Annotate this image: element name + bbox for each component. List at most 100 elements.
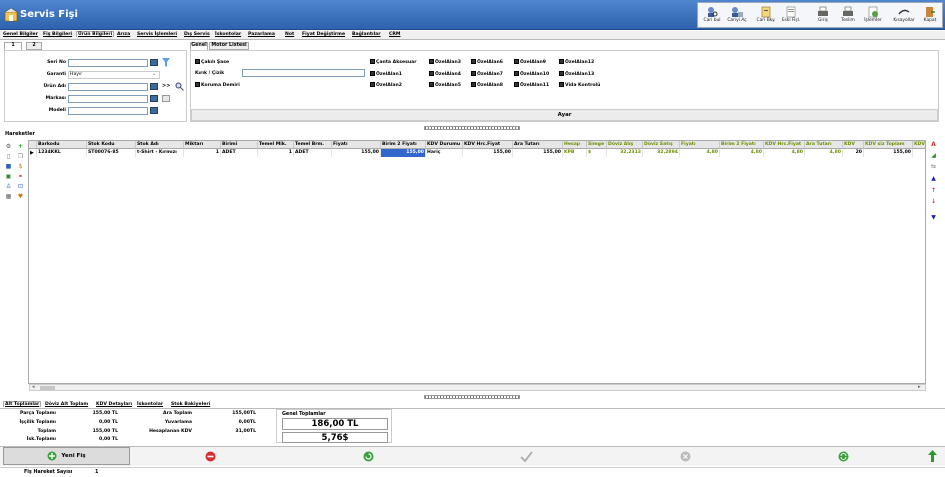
model-input[interactable] (68, 107, 148, 115)
document-icon[interactable]: ▯ (5, 153, 12, 160)
check-protection-bar[interactable]: Koruma Demiri (195, 82, 240, 89)
move-up-icon[interactable]: ↑ (930, 187, 937, 194)
open-customer-button[interactable]: Cariyi Aç (725, 6, 749, 28)
check-custom-6[interactable]: ÖzelAlan6 (471, 59, 503, 66)
grid-header[interactable]: Temel Brm. (294, 141, 332, 149)
grid-cell[interactable]: ST00076-85 (87, 149, 136, 157)
settings-gear-icon[interactable]: ⚙ (5, 143, 12, 150)
bottom-splitter[interactable] (424, 395, 520, 399)
brand-lookup-button[interactable] (150, 95, 158, 102)
panel-splitter[interactable] (424, 126, 520, 130)
magnifier-icon[interactable] (175, 82, 184, 91)
move-bottom-icon[interactable]: ▼ (930, 214, 937, 221)
link-icon[interactable]: ⚭ (17, 173, 24, 180)
grid-cell[interactable]: 1234KKL (37, 149, 87, 157)
chevron-down-icon[interactable]: ⌄ (152, 71, 156, 77)
grid-cell[interactable] (913, 149, 925, 157)
grid-header[interactable]: KDV siz Toplam (864, 141, 913, 149)
grid-cell[interactable]: ADET (221, 149, 258, 157)
close-button[interactable]: Kapat (919, 6, 941, 28)
grid-header[interactable]: Miktarı (184, 141, 221, 149)
grid-header[interactable]: KDV Durumu (426, 141, 463, 149)
grid-header[interactable]: Fiyatı (680, 141, 720, 149)
grid-header[interactable]: Döviz Satış (643, 141, 680, 149)
sync-icon[interactable] (838, 451, 849, 462)
movements-grid[interactable]: Barkodu Stok Kodu Stok Adı Miktarı Birim… (28, 140, 926, 384)
grid-cell[interactable]: 1 (184, 149, 221, 157)
edit-icon[interactable]: ◢ (930, 152, 937, 159)
tab-external-service[interactable]: Dış Servis (184, 32, 210, 37)
horizontal-scrollbar[interactable]: ◂ ▸ (29, 384, 926, 391)
add-row-icon[interactable]: + (17, 143, 24, 150)
cart-icon[interactable]: ■ (5, 163, 12, 170)
cancel-icon[interactable] (680, 451, 691, 462)
serial-input[interactable] (68, 59, 148, 67)
operations-button[interactable]: İşlemler (862, 6, 884, 28)
scroll-left-icon[interactable]: ◂ (32, 384, 35, 390)
grid-header[interactable]: Birimi (221, 141, 258, 149)
tab-page-2[interactable]: 2 (26, 42, 42, 50)
tab-marketing[interactable]: Pazarlama (248, 32, 275, 37)
grid-cell[interactable]: t-Shirt - Kırmızı (136, 149, 184, 157)
grid-header[interactable]: Simge (587, 141, 607, 149)
model-lookup-button[interactable] (150, 107, 158, 114)
check-fixed-chassis[interactable]: Çakılı Şase (195, 59, 229, 66)
tab-connections[interactable]: Bağlantılar (352, 32, 381, 37)
grid-header[interactable]: Stok Kodu (87, 141, 136, 149)
grid-header[interactable]: KDV Hrc.Fiyat (463, 141, 513, 149)
move-down-icon[interactable]: ↓ (930, 198, 937, 205)
tab-note[interactable]: Not (285, 32, 294, 37)
old-receipts-button[interactable]: Eski Fişl. (779, 6, 803, 28)
check-custom-1[interactable]: ÖzelAlan1 (370, 71, 402, 78)
find-customer-button[interactable]: Cari bul (700, 6, 724, 28)
grid-cell[interactable]: ADET (294, 149, 332, 157)
tab-price-change[interactable]: Fiyat Değiştirme (302, 32, 345, 37)
serial-lookup-button[interactable] (150, 59, 158, 66)
grid-header[interactable]: Fiyatı (332, 141, 381, 149)
check-bag-accessory[interactable]: Çanta Aksesuar (370, 59, 416, 66)
grid-cell[interactable]: 4,80 (680, 149, 720, 157)
up-arrow-icon[interactable] (928, 450, 937, 462)
move-top-icon[interactable]: ▲ (930, 175, 937, 182)
grid-cell[interactable]: 4,80 (720, 149, 764, 157)
stock-icon[interactable]: ▣ (5, 173, 12, 180)
warranty-select[interactable]: Hayır (68, 71, 160, 79)
tab-stock-balances[interactable]: Stok Bakiyeleri (171, 402, 210, 407)
user-icon[interactable]: ♙ (5, 183, 12, 190)
check-custom-9[interactable]: ÖzelAlan9 (514, 59, 546, 66)
check-custom-12[interactable]: ÖzelAlan12 (559, 59, 594, 66)
check-custom-7[interactable]: ÖzelAlan7 (471, 71, 503, 78)
tab-subtotals[interactable]: Alt Toplamlar (3, 401, 42, 407)
swap-icon[interactable]: ⇆ (930, 163, 937, 170)
damage-input[interactable] (242, 69, 365, 77)
grid-cell[interactable]: 32,2313 (607, 149, 643, 157)
check-custom-13[interactable]: ÖzelAlan13 (559, 71, 594, 78)
settings-button[interactable]: Ayar (191, 109, 938, 121)
a-icon[interactable]: A (930, 141, 937, 148)
export-icon[interactable]: ⊡ (17, 183, 24, 190)
copy-icon[interactable]: ❐ (17, 153, 24, 160)
grid-cell[interactable]: 155,00 (463, 149, 513, 157)
grid-cell[interactable]: Hariç (426, 149, 463, 157)
new-receipt-button[interactable]: Yeni Fiş (3, 447, 130, 465)
package-icon[interactable]: ▦ (5, 193, 12, 200)
grid-cell-selected[interactable]: 155,00 (381, 149, 426, 157)
delete-icon[interactable] (205, 451, 216, 462)
tab-general[interactable]: Genel (190, 42, 208, 50)
grid-cell[interactable]: 155,00 (332, 149, 381, 157)
refresh-icon[interactable] (363, 451, 374, 462)
grid-cell[interactable]: 32,2894 (643, 149, 680, 157)
tab-fault[interactable]: Arıza (117, 32, 130, 37)
check-custom-11[interactable]: ÖzelAlan11 (514, 82, 549, 89)
product-name-input[interactable] (68, 83, 148, 91)
scroll-thumb[interactable] (40, 386, 55, 390)
grid-header[interactable]: KDV (913, 141, 925, 149)
grid-header[interactable]: Ara Tutarı (513, 141, 563, 149)
arrow-forward-button[interactable]: >> (162, 83, 170, 89)
grid-header[interactable]: Stok Adı (136, 141, 184, 149)
tab-general-info[interactable]: Genel Bilgiler (3, 32, 38, 37)
check-custom-8[interactable]: ÖzelAlan8 (471, 82, 503, 89)
tab-crm[interactable]: CRM (389, 32, 400, 37)
grid-header[interactable]: Hesap (563, 141, 587, 149)
grid-cell[interactable]: KPB (563, 149, 587, 157)
